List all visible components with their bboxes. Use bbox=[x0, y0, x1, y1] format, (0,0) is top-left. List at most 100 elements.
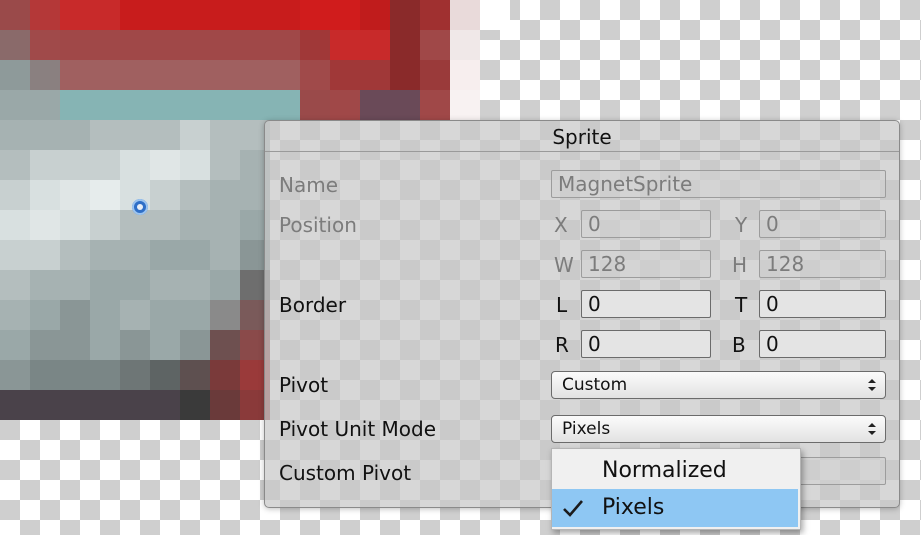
sprite-pixel bbox=[180, 0, 210, 30]
sprite-pixel bbox=[30, 180, 60, 210]
name-label: Name bbox=[279, 173, 339, 197]
sprite-pixel bbox=[240, 60, 270, 90]
sprite-pixel bbox=[150, 180, 180, 210]
sprite-pixel bbox=[330, 30, 360, 60]
sprite-pixel bbox=[120, 240, 150, 270]
sprite-pixel bbox=[330, 60, 360, 90]
b-label: B bbox=[732, 333, 746, 357]
border-l-field[interactable]: 0 bbox=[581, 290, 711, 318]
sprite-pixel bbox=[90, 150, 120, 180]
popup-option-pixels[interactable]: Pixels bbox=[552, 489, 798, 527]
sprite-pixel bbox=[450, 30, 480, 60]
sprite-pixel bbox=[120, 360, 150, 390]
sprite-pixel bbox=[120, 60, 150, 90]
sprite-pixel bbox=[0, 90, 30, 120]
sprite-pixel bbox=[450, 60, 480, 90]
popup-option-label: Normalized bbox=[602, 458, 727, 483]
sprite-pixel bbox=[270, 90, 300, 120]
sprite-pixel bbox=[210, 360, 240, 390]
sprite-pixel bbox=[90, 390, 120, 420]
sprite-pixel bbox=[420, 0, 450, 30]
pivot-unit-mode-popup: Normalized Pixels bbox=[551, 448, 801, 530]
y-field[interactable]: 0 bbox=[759, 210, 886, 238]
sprite-pixel bbox=[210, 270, 240, 300]
sprite-pixel bbox=[0, 30, 30, 60]
pivot-dropdown[interactable]: Custom bbox=[551, 371, 886, 399]
sprite-pixel bbox=[180, 330, 210, 360]
sprite-pixel bbox=[0, 360, 30, 390]
checkmark-icon bbox=[563, 500, 583, 517]
sprite-pixel bbox=[390, 30, 420, 60]
sprite-pixel bbox=[30, 210, 60, 240]
sprite-pixel bbox=[60, 360, 90, 390]
sprite-pixel bbox=[150, 360, 180, 390]
sprite-pixel bbox=[90, 240, 120, 270]
sprite-pixel bbox=[120, 120, 150, 150]
sprite-pixel bbox=[390, 60, 420, 90]
sprite-pixel bbox=[300, 30, 330, 60]
sprite-pixel bbox=[360, 0, 390, 30]
sprite-pixel bbox=[0, 0, 30, 30]
pivot-unit-mode-dropdown[interactable]: Pixels bbox=[551, 415, 886, 443]
sprite-pixel bbox=[0, 300, 30, 330]
sprite-pixel bbox=[300, 90, 330, 120]
sprite-pixel bbox=[30, 330, 60, 360]
sprite-pixel bbox=[240, 0, 270, 30]
sprite-pixel bbox=[210, 150, 240, 180]
sprite-pixel bbox=[60, 60, 90, 90]
name-field[interactable]: MagnetSprite bbox=[551, 170, 886, 198]
border-t-field[interactable]: 0 bbox=[759, 290, 886, 318]
x-field[interactable]: 0 bbox=[581, 210, 711, 238]
sprite-pixel bbox=[420, 60, 450, 90]
w-field[interactable]: 128 bbox=[581, 250, 711, 278]
pivot-handle-icon[interactable] bbox=[132, 199, 148, 215]
sprite-pixel bbox=[210, 240, 240, 270]
sprite-pixel bbox=[210, 0, 240, 30]
sprite-pixel bbox=[180, 210, 210, 240]
sprite-pixel bbox=[30, 150, 60, 180]
sprite-pixel bbox=[150, 150, 180, 180]
sprite-pixel bbox=[30, 90, 60, 120]
sprite-pixel bbox=[30, 120, 60, 150]
sprite-pixel bbox=[90, 30, 120, 60]
sprite-pixel bbox=[240, 90, 270, 120]
sprite-pixel bbox=[0, 180, 30, 210]
sprite-pixel bbox=[60, 240, 90, 270]
l-label: L bbox=[556, 293, 568, 317]
sprite-pixel bbox=[120, 300, 150, 330]
sprite-pixel bbox=[300, 0, 330, 30]
sprite-pixel bbox=[60, 270, 90, 300]
pivot-unit-mode-value: Pixels bbox=[562, 419, 611, 439]
sprite-pixel bbox=[150, 330, 180, 360]
sprite-pixel bbox=[0, 150, 30, 180]
border-b-field[interactable]: 0 bbox=[759, 330, 886, 358]
sprite-pixel bbox=[90, 330, 120, 360]
custom-pivot-label: Custom Pivot bbox=[279, 461, 412, 485]
sprite-pixel bbox=[150, 30, 180, 60]
popup-option-normalized[interactable]: Normalized bbox=[552, 452, 798, 490]
dropdown-arrows-icon bbox=[868, 379, 876, 391]
sprite-pixel bbox=[30, 390, 60, 420]
sprite-pixel bbox=[180, 240, 210, 270]
sprite-pixel bbox=[0, 60, 30, 90]
sprite-pixel bbox=[30, 60, 60, 90]
sprite-pixel bbox=[120, 90, 150, 120]
sprite-pixel bbox=[0, 210, 30, 240]
sprite-pixel bbox=[180, 180, 210, 210]
sprite-pixel bbox=[150, 390, 180, 420]
sprite-pixel bbox=[150, 240, 180, 270]
sprite-pixel bbox=[210, 390, 240, 420]
dropdown-arrows-icon bbox=[868, 423, 876, 435]
border-r-field[interactable]: 0 bbox=[581, 330, 711, 358]
sprite-pixel bbox=[150, 210, 180, 240]
popup-option-label: Pixels bbox=[602, 495, 665, 520]
sprite-pixel bbox=[90, 270, 120, 300]
sprite-pixel bbox=[180, 390, 210, 420]
sprite-pixel bbox=[420, 30, 450, 60]
sprite-pixel bbox=[210, 210, 240, 240]
sprite-pixel bbox=[390, 0, 420, 30]
sprite-pixel bbox=[210, 120, 240, 150]
h-field[interactable]: 128 bbox=[759, 250, 886, 278]
sprite-pixel bbox=[240, 30, 270, 60]
sprite-pixel bbox=[150, 270, 180, 300]
